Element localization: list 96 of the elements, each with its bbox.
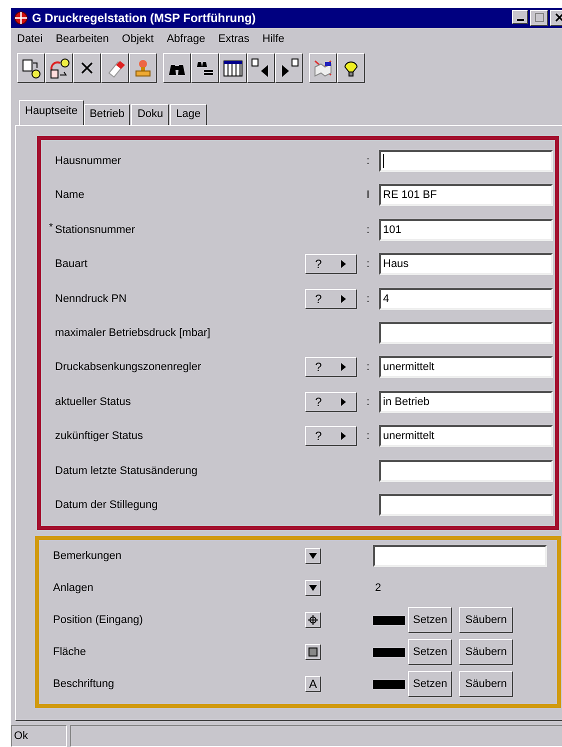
binoculars-icon[interactable] <box>163 52 191 83</box>
field-label: zukünftiger Status <box>55 430 144 442</box>
separator: : <box>366 224 370 236</box>
maximize-button[interactable] <box>530 10 548 26</box>
app-icon <box>14 10 28 25</box>
tool-button[interactable] <box>305 612 321 628</box>
caret-icon <box>309 552 317 560</box>
field-label: Beschriftung <box>53 678 116 690</box>
input-field[interactable] <box>379 460 553 482</box>
status-panel: Ok <box>11 725 67 747</box>
menu-item[interactable]: Bearbeiten <box>56 32 109 45</box>
tool-button[interactable]: A <box>305 676 321 692</box>
arrow-right-icon <box>340 294 347 303</box>
minimize-icon <box>516 18 524 21</box>
set-button[interactable]: Setzen <box>408 607 452 634</box>
input-field[interactable]: unermittelt <box>379 425 553 448</box>
input-field[interactable]: Haus <box>379 253 553 276</box>
arrow-right-icon <box>340 363 347 372</box>
close-icon <box>554 13 562 22</box>
dropdown-button[interactable] <box>305 548 321 564</box>
separator: : <box>366 154 370 167</box>
swap-icon[interactable] <box>45 52 73 83</box>
dropdown-button[interactable] <box>305 580 321 596</box>
map-icon[interactable] <box>309 52 337 83</box>
tab[interactable]: Hauptseite <box>19 100 84 125</box>
picker-button[interactable]: ? <box>305 426 357 446</box>
field-label: Bemerkungen <box>53 550 122 562</box>
area-icon <box>308 647 318 658</box>
tab[interactable]: Lage <box>170 104 207 125</box>
field-label: Stationsnummer <box>55 224 136 236</box>
field-label: Datum der Stillegung <box>55 498 158 511</box>
crosshair-icon <box>308 615 318 626</box>
previous-icon[interactable] <box>247 52 275 83</box>
arrow-right-icon <box>340 260 347 268</box>
next-icon[interactable] <box>275 52 303 83</box>
input-field[interactable]: unermittelt <box>379 356 553 378</box>
arrow-right-icon <box>340 398 347 406</box>
picker-button[interactable]: ? <box>305 392 357 412</box>
input-field[interactable] <box>379 494 553 516</box>
field-label: aktueller Status <box>55 396 131 408</box>
field-label: Anlagen <box>53 582 94 594</box>
set-button[interactable]: Setzen <box>408 639 452 666</box>
tool-button[interactable] <box>305 644 321 660</box>
input-field[interactable] <box>373 545 547 568</box>
menu-item[interactable]: Extras <box>218 32 250 45</box>
input-field[interactable]: 101 <box>379 218 553 241</box>
separator: : <box>366 430 370 442</box>
lightbulb-icon[interactable] <box>337 52 365 83</box>
field-label: Position (Eingang) <box>53 614 144 626</box>
menu-item[interactable]: Hilfe <box>262 32 284 45</box>
tab[interactable]: Doku <box>131 104 170 125</box>
maximize-icon <box>534 13 544 22</box>
clear-button[interactable]: Säubern <box>459 639 513 666</box>
caret-icon <box>309 584 317 592</box>
field-label: Fläche <box>53 646 88 658</box>
menu-item[interactable]: Abfrage <box>166 32 206 45</box>
input-field[interactable]: in Betrieb <box>379 390 553 413</box>
binoculars-equal-icon[interactable] <box>191 52 219 83</box>
input-field[interactable]: RE 101 BF <box>379 184 553 206</box>
menu-item[interactable]: Datei <box>17 32 43 45</box>
arrow-right-icon <box>340 432 347 440</box>
set-button[interactable]: Setzen <box>408 671 452 698</box>
input-field[interactable] <box>379 150 553 172</box>
delete-icon[interactable] <box>73 52 101 83</box>
picker-button[interactable]: ? <box>305 288 357 309</box>
menu-item[interactable]: Objekt <box>122 32 154 45</box>
clear-button[interactable]: Säubern <box>459 607 513 634</box>
separator: : <box>366 361 370 374</box>
field-label: Bauart <box>55 258 88 270</box>
field-label: Hausnummer <box>55 154 122 167</box>
eraser-icon[interactable] <box>101 52 129 83</box>
count-value: 2 <box>374 582 382 594</box>
tab[interactable]: Betrieb <box>84 104 130 125</box>
field-label: Druckabsenkungszonenregler <box>55 361 202 374</box>
picker-button[interactable]: ? <box>305 254 357 274</box>
input-field[interactable] <box>379 322 553 344</box>
window-title: G Druckregelstation (MSP Fortführung) <box>32 10 257 25</box>
minimize-button[interactable] <box>512 10 528 24</box>
picker-button[interactable]: ? <box>305 357 357 378</box>
field-label: Nenndruck PN <box>55 292 127 305</box>
line-swatch <box>373 680 405 689</box>
separator: : <box>366 396 370 408</box>
separator: : <box>366 292 370 305</box>
separator: : <box>366 258 370 270</box>
field-label: maximaler Betriebsdruck [mbar] <box>55 326 210 339</box>
input-field[interactable]: 4 <box>379 288 553 310</box>
line-swatch <box>373 648 405 657</box>
document-icon[interactable] <box>17 52 45 83</box>
clear-button[interactable]: Säubern <box>459 671 513 698</box>
required-mark: * <box>49 222 53 233</box>
line-swatch <box>373 616 405 625</box>
field-label: Datum letzte Statusänderung <box>55 464 198 476</box>
separator: I <box>366 189 370 202</box>
table-icon[interactable] <box>219 52 247 83</box>
stamp-icon[interactable] <box>129 52 157 83</box>
field-label: Name <box>55 189 84 202</box>
